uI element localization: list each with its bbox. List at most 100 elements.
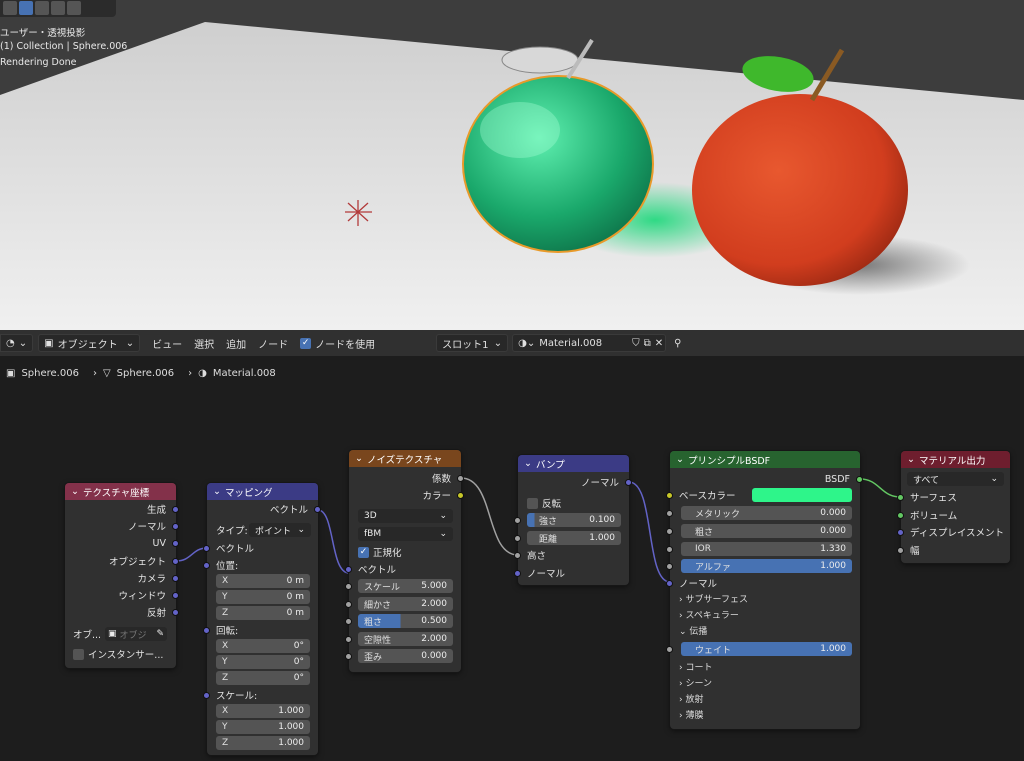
- socket-transmission-weight[interactable]: [666, 646, 673, 653]
- dimensions-dropdown[interactable]: 3D ⌄: [358, 509, 453, 523]
- panel-subsurface[interactable]: › サブサーフェス: [679, 592, 748, 605]
- socket-scale[interactable]: [345, 583, 352, 590]
- distance-field[interactable]: 距離 1.000: [527, 531, 621, 545]
- socket-metallic[interactable]: [666, 510, 673, 517]
- socket-location[interactable]: [203, 562, 210, 569]
- rotation-x-field[interactable]: X 0°: [216, 639, 310, 653]
- node-header[interactable]: ⌄ マッピング: [207, 483, 318, 500]
- texture-coordinate-node[interactable]: ⌄ テクスチャ座標 生成 ノーマル UV オブジェクト カメラ ウィンドウ 反射…: [65, 483, 179, 668]
- select-new-icon[interactable]: [19, 1, 33, 15]
- eyedropper-icon[interactable]: ✎: [156, 629, 164, 639]
- scale-field[interactable]: スケール 5.000: [358, 579, 453, 593]
- collapse-chevron-icon[interactable]: ⌄: [907, 454, 915, 465]
- scale-z-field[interactable]: Z 1.000: [216, 736, 310, 750]
- socket-normal-in[interactable]: [514, 570, 521, 577]
- collapse-chevron-icon[interactable]: ⌄: [71, 486, 79, 497]
- object-picker[interactable]: ▣ オブジ ✎: [105, 627, 167, 641]
- panel-thin-film[interactable]: › 薄膜: [679, 708, 704, 721]
- socket-generated[interactable]: [172, 506, 179, 513]
- instancer-toggle[interactable]: インスタンサー...: [73, 647, 163, 661]
- mapping-node[interactable]: ⌄ マッピング ベクトル タイプ: ポイント ⌄ ベクトル 位置: X 0 m Y 0…: [203, 483, 321, 755]
- socket-bsdf-out[interactable]: [856, 476, 863, 483]
- node-header[interactable]: ⌄ プリンシプルBSDF: [670, 451, 860, 468]
- unlink-material-icon[interactable]: ✕: [655, 338, 663, 349]
- detail-field[interactable]: 細かさ 2.000: [358, 597, 453, 611]
- socket-color[interactable]: [457, 492, 464, 499]
- principled-bsdf-node[interactable]: ⌄ プリンシプルBSDF BSDF ベースカラー メタリック 0.000 粗さ 0.…: [666, 451, 863, 729]
- menu-node[interactable]: ノード: [252, 336, 294, 351]
- socket-roughness[interactable]: [666, 528, 673, 535]
- location-x-field[interactable]: X 0 m: [216, 574, 310, 588]
- distortion-field[interactable]: 歪み 0.000: [358, 649, 453, 663]
- editor-type-button[interactable]: ◔ ⌄: [0, 334, 34, 352]
- 3d-viewport[interactable]: ユーザー・透視投影 (1) Collection | Sphere.006 Re…: [0, 0, 1024, 330]
- strength-field[interactable]: 強さ 0.100: [527, 513, 621, 527]
- socket-alpha[interactable]: [666, 563, 673, 570]
- panel-specular[interactable]: › スペキュラー: [679, 608, 739, 621]
- select-intersect-icon[interactable]: [67, 1, 81, 15]
- socket-distortion[interactable]: [345, 653, 352, 660]
- socket-camera[interactable]: [172, 575, 179, 582]
- roughness-field[interactable]: 粗さ 0.500: [358, 614, 453, 628]
- node-header[interactable]: ⌄ ノイズテクスチャ: [349, 450, 461, 467]
- socket-normal-out[interactable]: [625, 479, 632, 486]
- duplicate-material-icon[interactable]: ⧉: [644, 338, 651, 349]
- material-name[interactable]: Material.008: [539, 338, 602, 349]
- location-z-field[interactable]: Z 0 m: [216, 606, 310, 620]
- material-output-node[interactable]: ⌄ マテリアル出力 すべて ⌄ サーフェス ボリューム ディスプレイスメント 幅: [897, 451, 1010, 563]
- socket-vector-in[interactable]: [203, 545, 210, 552]
- use-nodes-toggle[interactable]: ✓ ノードを使用: [294, 336, 381, 351]
- selection-mode-toolbar[interactable]: [0, 0, 116, 17]
- socket-uv[interactable]: [172, 540, 179, 547]
- target-dropdown[interactable]: すべて ⌄: [907, 472, 1004, 486]
- socket-detail[interactable]: [345, 601, 352, 608]
- material-selector[interactable]: ◑⌄ Material.008 ⛉ ⧉ ✕: [512, 334, 667, 352]
- metallic-field[interactable]: メタリック 0.000: [681, 506, 852, 520]
- scale-x-field[interactable]: X 1.000: [216, 704, 310, 718]
- node-header[interactable]: ⌄ バンプ: [518, 455, 629, 472]
- scale-y-field[interactable]: Y 1.000: [216, 720, 310, 734]
- panel-emission[interactable]: › 放射: [679, 692, 704, 705]
- select-box-icon[interactable]: [3, 1, 17, 15]
- menu-add[interactable]: 追加: [220, 336, 252, 351]
- socket-volume[interactable]: [897, 512, 904, 519]
- normalize-toggle[interactable]: ✓ 正規化: [358, 545, 402, 559]
- panel-coat[interactable]: › コート: [679, 660, 713, 673]
- socket-reflection[interactable]: [172, 609, 179, 616]
- rotation-z-field[interactable]: Z 0°: [216, 671, 310, 685]
- menu-view[interactable]: ビュー: [146, 336, 188, 351]
- invert-toggle[interactable]: 反転: [527, 496, 561, 510]
- socket-base-color[interactable]: [666, 492, 673, 499]
- socket-ior[interactable]: [666, 546, 673, 553]
- socket-vector-in[interactable]: [345, 566, 352, 573]
- panel-transmission[interactable]: ⌄ 伝播: [679, 624, 707, 637]
- node-header[interactable]: ⌄ マテリアル出力: [901, 451, 1010, 468]
- type-dropdown[interactable]: ポイント ⌄: [249, 523, 311, 537]
- select-subtract-icon[interactable]: [51, 1, 65, 15]
- collapse-chevron-icon[interactable]: ⌄: [676, 454, 684, 465]
- socket-normal[interactable]: [172, 523, 179, 530]
- socket-lacunarity[interactable]: [345, 636, 352, 643]
- socket-strength[interactable]: [514, 517, 521, 524]
- socket-normal[interactable]: [666, 580, 673, 587]
- socket-scale[interactable]: [203, 692, 210, 699]
- socket-window[interactable]: [172, 592, 179, 599]
- transmission-weight-field[interactable]: ウェイト 1.000: [681, 642, 852, 656]
- socket-vector-out[interactable]: [314, 506, 321, 513]
- collapse-chevron-icon[interactable]: ⌄: [213, 486, 221, 497]
- noise-type-dropdown[interactable]: fBM ⌄: [358, 527, 453, 541]
- fake-user-shield-icon[interactable]: ⛉: [632, 338, 640, 349]
- node-header[interactable]: ⌄ テクスチャ座標: [65, 483, 176, 500]
- socket-distance[interactable]: [514, 535, 521, 542]
- noise-texture-node[interactable]: ⌄ ノイズテクスチャ 係数 カラー 3D ⌄ fBM ⌄ ✓ 正規化 ベクトル スケ…: [345, 450, 464, 672]
- slot-dropdown[interactable]: スロット1 ⌄: [436, 334, 509, 352]
- pin-icon[interactable]: ⚲: [674, 338, 681, 349]
- mode-dropdown[interactable]: ▣ オブジェクト ⌄: [38, 334, 141, 352]
- node-canvas[interactable]: ⌄ テクスチャ座標 生成 ノーマル UV オブジェクト カメラ ウィンドウ 反射…: [0, 356, 1024, 761]
- select-extend-icon[interactable]: [35, 1, 49, 15]
- roughness-field[interactable]: 粗さ 0.000: [681, 524, 852, 538]
- base-color-swatch[interactable]: [752, 488, 852, 502]
- socket-fac[interactable]: [457, 475, 464, 482]
- alpha-field[interactable]: アルファ 1.000: [681, 559, 852, 573]
- collapse-chevron-icon[interactable]: ⌄: [355, 453, 363, 464]
